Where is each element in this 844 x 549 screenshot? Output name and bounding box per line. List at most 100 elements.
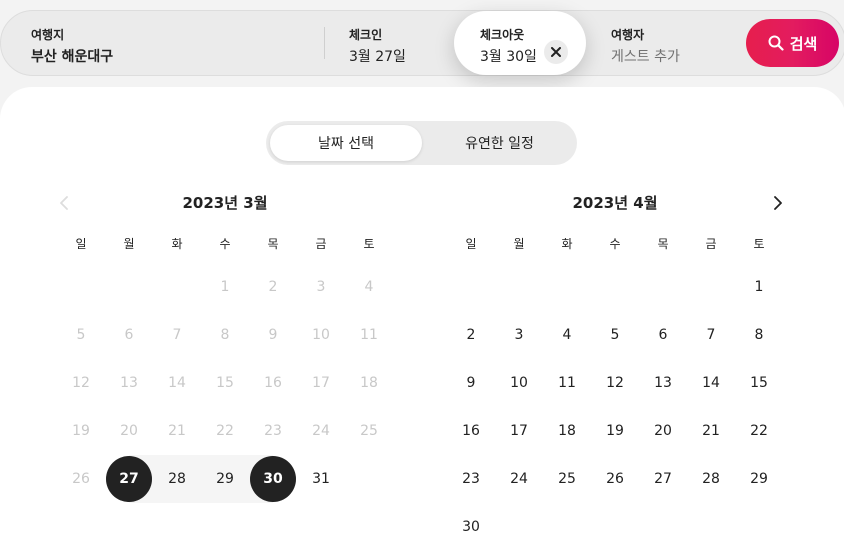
calendar-empty-cell bbox=[447, 263, 495, 311]
calendar-day[interactable]: 22 bbox=[735, 407, 783, 455]
calendar-day-number: 30 bbox=[263, 471, 283, 487]
calendar-day[interactable]: 2 bbox=[447, 311, 495, 359]
calendar-day[interactable]: 18 bbox=[543, 407, 591, 455]
calendar-day[interactable]: 30 bbox=[249, 455, 297, 503]
search-button[interactable]: 검색 bbox=[746, 19, 839, 67]
destination-field[interactable]: 여행지 부산 해운대구 bbox=[31, 11, 311, 75]
calendar-day[interactable]: 20 bbox=[639, 407, 687, 455]
checkout-field[interactable]: 체크아웃 3월 30일 bbox=[454, 11, 586, 75]
calendar-day[interactable]: 28 bbox=[687, 455, 735, 503]
calendar-day-number: 18 bbox=[360, 375, 378, 391]
close-icon bbox=[551, 47, 561, 57]
tab-flexible-dates[interactable]: 유연한 일정 bbox=[426, 125, 573, 161]
calendar-day[interactable]: 17 bbox=[495, 407, 543, 455]
calendar-day: 13 bbox=[105, 359, 153, 407]
calendar-day: 4 bbox=[345, 263, 393, 311]
calendar-day[interactable]: 23 bbox=[447, 455, 495, 503]
weekday-label: 월 bbox=[513, 237, 525, 251]
calendar-day-number: 28 bbox=[168, 471, 186, 487]
calendar-empty-cell bbox=[153, 263, 201, 311]
calendar-day[interactable]: 19 bbox=[591, 407, 639, 455]
weekday-label: 일 bbox=[465, 237, 477, 251]
calendar-day-number: 31 bbox=[312, 471, 330, 487]
calendar-day[interactable]: 10 bbox=[495, 359, 543, 407]
calendar-day: 7 bbox=[153, 311, 201, 359]
calendar-day[interactable]: 4 bbox=[543, 311, 591, 359]
calendar-day[interactable]: 29 bbox=[201, 455, 249, 503]
calendar-day[interactable]: 27 bbox=[639, 455, 687, 503]
weekday-label: 목 bbox=[267, 237, 279, 251]
calendar-day-number: 11 bbox=[360, 327, 378, 343]
calendar-day-number: 24 bbox=[312, 423, 330, 439]
calendar-day-number: 30 bbox=[462, 519, 480, 535]
calendar-day: 9 bbox=[249, 311, 297, 359]
calendar-day[interactable]: 12 bbox=[591, 359, 639, 407]
calendar-day: 3 bbox=[297, 263, 345, 311]
calendar-day[interactable]: 16 bbox=[447, 407, 495, 455]
day-grid: 1 2 3 4 5 6 7 8 9 10 11 12 13 14 15 16 17 18 19 20 21 22 23 24 2… bbox=[447, 263, 783, 549]
calendar-day-number: 4 bbox=[562, 327, 572, 343]
calendar-day[interactable]: 8 bbox=[735, 311, 783, 359]
calendar-day: 5 bbox=[57, 311, 105, 359]
calendar-day[interactable]: 9 bbox=[447, 359, 495, 407]
calendar-day-number: 17 bbox=[312, 375, 330, 391]
calendar-empty-cell bbox=[57, 263, 105, 311]
destination-value: 부산 해운대구 bbox=[31, 49, 114, 65]
calendar-day-number: 3 bbox=[514, 327, 524, 343]
calendar-day: 16 bbox=[249, 359, 297, 407]
calendar-day[interactable]: 26 bbox=[591, 455, 639, 503]
calendar-day-number: 10 bbox=[510, 375, 528, 391]
calendar-day-number: 12 bbox=[606, 375, 624, 391]
weekday-label: 화 bbox=[561, 237, 573, 251]
calendar-day-number: 22 bbox=[750, 423, 768, 439]
calendar-day: 12 bbox=[57, 359, 105, 407]
search-button-label: 검색 bbox=[789, 34, 818, 53]
calendar-day[interactable]: 7 bbox=[687, 311, 735, 359]
calendar-day[interactable]: 1 bbox=[735, 263, 783, 311]
calendar-day[interactable]: 14 bbox=[687, 359, 735, 407]
calendar-day[interactable]: 30 bbox=[447, 503, 495, 549]
calendar-day[interactable]: 25 bbox=[543, 455, 591, 503]
calendar-day-number: 8 bbox=[220, 327, 230, 343]
calendar-day: 10 bbox=[297, 311, 345, 359]
calendar-day: 6 bbox=[105, 311, 153, 359]
calendar-day-number: 26 bbox=[606, 471, 624, 487]
date-mode-toggle: 날짜 선택 유연한 일정 bbox=[266, 121, 577, 165]
calendar-day[interactable]: 6 bbox=[639, 311, 687, 359]
weekday-label: 금 bbox=[315, 237, 327, 251]
calendar-day[interactable]: 27 bbox=[105, 455, 153, 503]
calendar-day-number: 15 bbox=[216, 375, 234, 391]
tab-choose-dates[interactable]: 날짜 선택 bbox=[270, 125, 422, 161]
calendar-day-number: 23 bbox=[264, 423, 282, 439]
guests-field[interactable]: 여행자 게스트 추가 bbox=[611, 11, 731, 75]
clear-checkout-button[interactable] bbox=[544, 40, 568, 64]
calendar-day[interactable]: 5 bbox=[591, 311, 639, 359]
calendar-empty-cell bbox=[687, 263, 735, 311]
calendar-day: 25 bbox=[345, 407, 393, 455]
calendar-day: 21 bbox=[153, 407, 201, 455]
checkin-field[interactable]: 체크인 3월 27일 bbox=[349, 11, 449, 75]
calendar-day[interactable]: 29 bbox=[735, 455, 783, 503]
calendar-day-number: 12 bbox=[72, 375, 90, 391]
calendar-day-number: 9 bbox=[268, 327, 278, 343]
calendar-day-number: 1 bbox=[220, 279, 230, 295]
calendar-day[interactable]: 24 bbox=[495, 455, 543, 503]
calendar-day-number: 13 bbox=[654, 375, 672, 391]
calendar-day[interactable]: 31 bbox=[297, 455, 345, 503]
calendar-day: 22 bbox=[201, 407, 249, 455]
calendar-day-number: 2 bbox=[268, 279, 278, 295]
calendar-day[interactable]: 13 bbox=[639, 359, 687, 407]
calendar-day-number: 20 bbox=[120, 423, 138, 439]
calendar-day-number: 14 bbox=[168, 375, 186, 391]
calendar-day-number: 17 bbox=[510, 423, 528, 439]
calendar-day[interactable]: 28 bbox=[153, 455, 201, 503]
calendar-day: 23 bbox=[249, 407, 297, 455]
calendar-day[interactable]: 3 bbox=[495, 311, 543, 359]
guests-placeholder: 게스트 추가 bbox=[611, 49, 680, 65]
calendar-day[interactable]: 15 bbox=[735, 359, 783, 407]
calendar-day-number: 19 bbox=[72, 423, 90, 439]
calendar-day-number: 21 bbox=[702, 423, 720, 439]
calendar-day[interactable]: 11 bbox=[543, 359, 591, 407]
calendar-day[interactable]: 21 bbox=[687, 407, 735, 455]
calendar-day: 20 bbox=[105, 407, 153, 455]
